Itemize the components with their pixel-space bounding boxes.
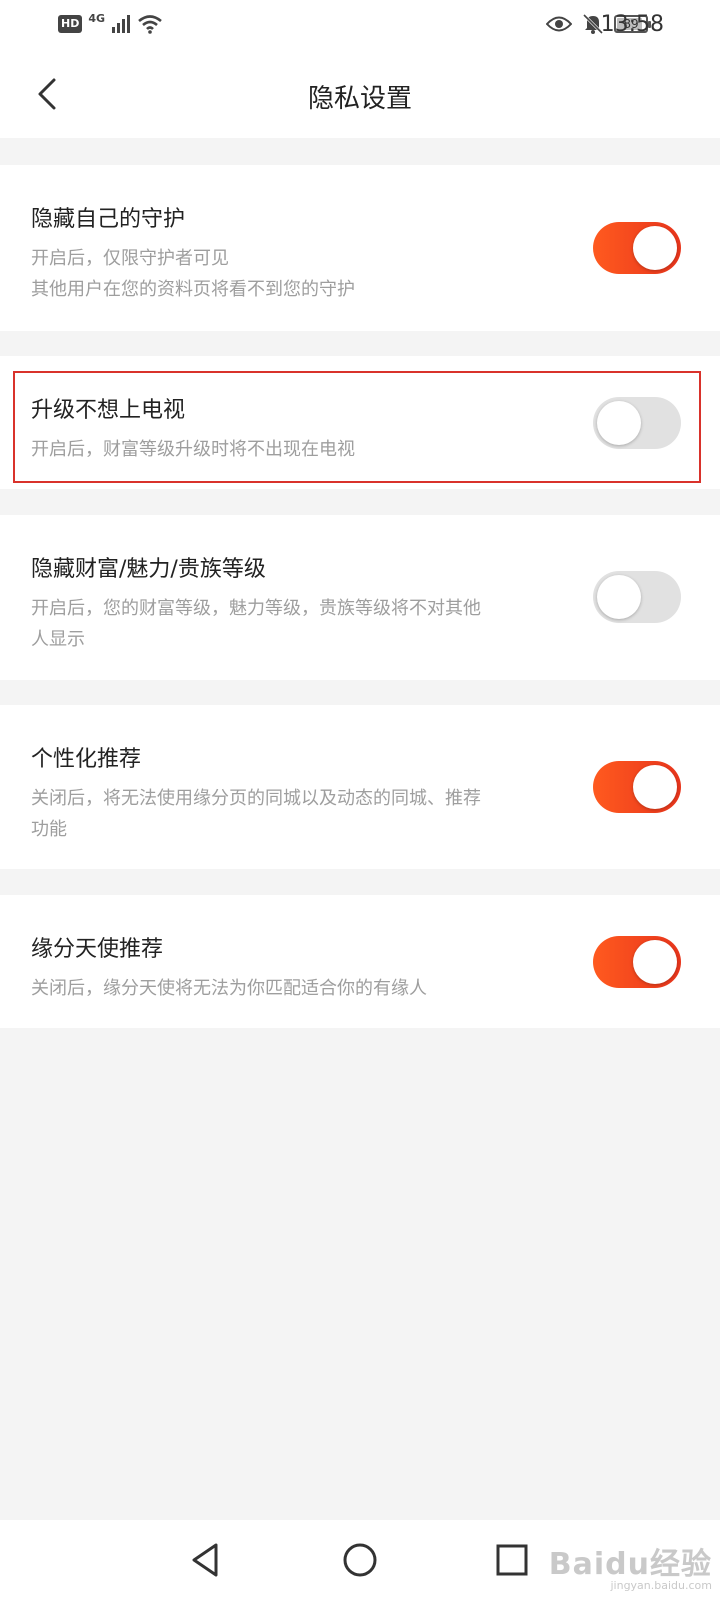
setting-personalized-recommendation: 个性化推荐 关闭后，将无法使用缘分页的同城以及动态的同城、推荐 功能 [0, 705, 720, 869]
setting-desc: 关闭后，缘分天使将无法为你匹配适合你的有缘人 [31, 973, 551, 1004]
setting-title: 隐藏财富/魅力/贵族等级 [31, 557, 266, 582]
recents-square-icon [496, 1544, 528, 1576]
setting-desc-line: 开启后，财富等级升级时将不出现在电视 [31, 439, 355, 460]
toggle-knob [597, 401, 641, 445]
system-nav-bar: Baidu经验 jingyan.baidu.com [0, 1520, 720, 1600]
status-left: HD 4G [58, 11, 163, 34]
setting-desc-line: 其他用户在您的资料页将看不到您的守护 [31, 279, 355, 300]
nav-recents-button[interactable] [492, 1540, 532, 1580]
home-circle-icon [343, 1543, 377, 1577]
top-bar: 隐私设置 [0, 52, 720, 138]
toggle-knob [597, 575, 641, 619]
setting-desc-line: 开启后，您的财富等级，魅力等级，贵族等级将不对其他 [31, 598, 481, 619]
page-title: 隐私设置 [307, 84, 412, 114]
setting-angel-recommendation: 缘分天使推荐 关闭后，缘分天使将无法为你匹配适合你的有缘人 [0, 895, 720, 1028]
wifi-icon [138, 15, 162, 34]
toggle-angel-recommendation[interactable] [593, 936, 681, 988]
clock: 13:58 [600, 12, 664, 37]
baidu-watermark: Baidu经验 jingyan.baidu.com [549, 1539, 712, 1592]
hd-badge: HD [58, 15, 83, 33]
back-triangle-icon [192, 1543, 218, 1577]
setting-desc: 开启后，仅限守护者可见 其他用户在您的资料页将看不到您的守护 [31, 243, 551, 305]
toggle-hide-levels[interactable] [593, 571, 681, 623]
setting-desc: 关闭后，将无法使用缘分页的同城以及动态的同城、推荐 功能 [31, 783, 551, 845]
toggle-knob [633, 940, 677, 984]
setting-desc-line: 人显示 [31, 629, 85, 650]
toggle-knob [633, 765, 677, 809]
setting-desc-line: 关闭后，将无法使用缘分页的同城以及动态的同城、推荐 [31, 788, 481, 809]
setting-desc-line: 开启后，仅限守护者可见 [31, 248, 229, 269]
setting-hide-guard: 隐藏自己的守护 开启后，仅限守护者可见 其他用户在您的资料页将看不到您的守护 [0, 165, 720, 331]
network-type: 4G [88, 11, 106, 25]
toggle-no-tv-on-upgrade[interactable] [593, 397, 681, 449]
watermark-url: jingyan.baidu.com [610, 1579, 712, 1592]
toggle-knob [633, 226, 677, 270]
setting-title: 缘分天使推荐 [31, 937, 164, 962]
signal-icon [112, 15, 131, 33]
setting-title: 隐藏自己的守护 [31, 207, 186, 232]
setting-desc-line: 功能 [31, 819, 67, 840]
toggle-personalized-recommendation[interactable] [593, 761, 681, 813]
setting-desc: 开启后，您的财富等级，魅力等级，贵族等级将不对其他 人显示 [31, 593, 551, 655]
setting-desc: 开启后，财富等级升级时将不出现在电视 [31, 434, 551, 465]
setting-no-tv-on-upgrade: 升级不想上电视 开启后，财富等级升级时将不出现在电视 [0, 356, 720, 489]
toggle-hide-guard[interactable] [593, 222, 681, 274]
nav-back-button[interactable] [186, 1540, 226, 1580]
setting-desc-line: 关闭后，缘分天使将无法为你匹配适合你的有缘人 [31, 978, 427, 999]
setting-title: 个性化推荐 [31, 747, 142, 772]
status-bar: HD 4G 89 13:58 [0, 0, 720, 52]
eye-icon [546, 16, 572, 32]
setting-title: 升级不想上电视 [31, 398, 186, 423]
nav-home-button[interactable] [340, 1540, 380, 1580]
setting-hide-levels: 隐藏财富/魅力/贵族等级 开启后，您的财富等级，魅力等级，贵族等级将不对其他 人… [0, 515, 720, 680]
watermark-logo: Baidu经验 [548, 1547, 712, 1582]
